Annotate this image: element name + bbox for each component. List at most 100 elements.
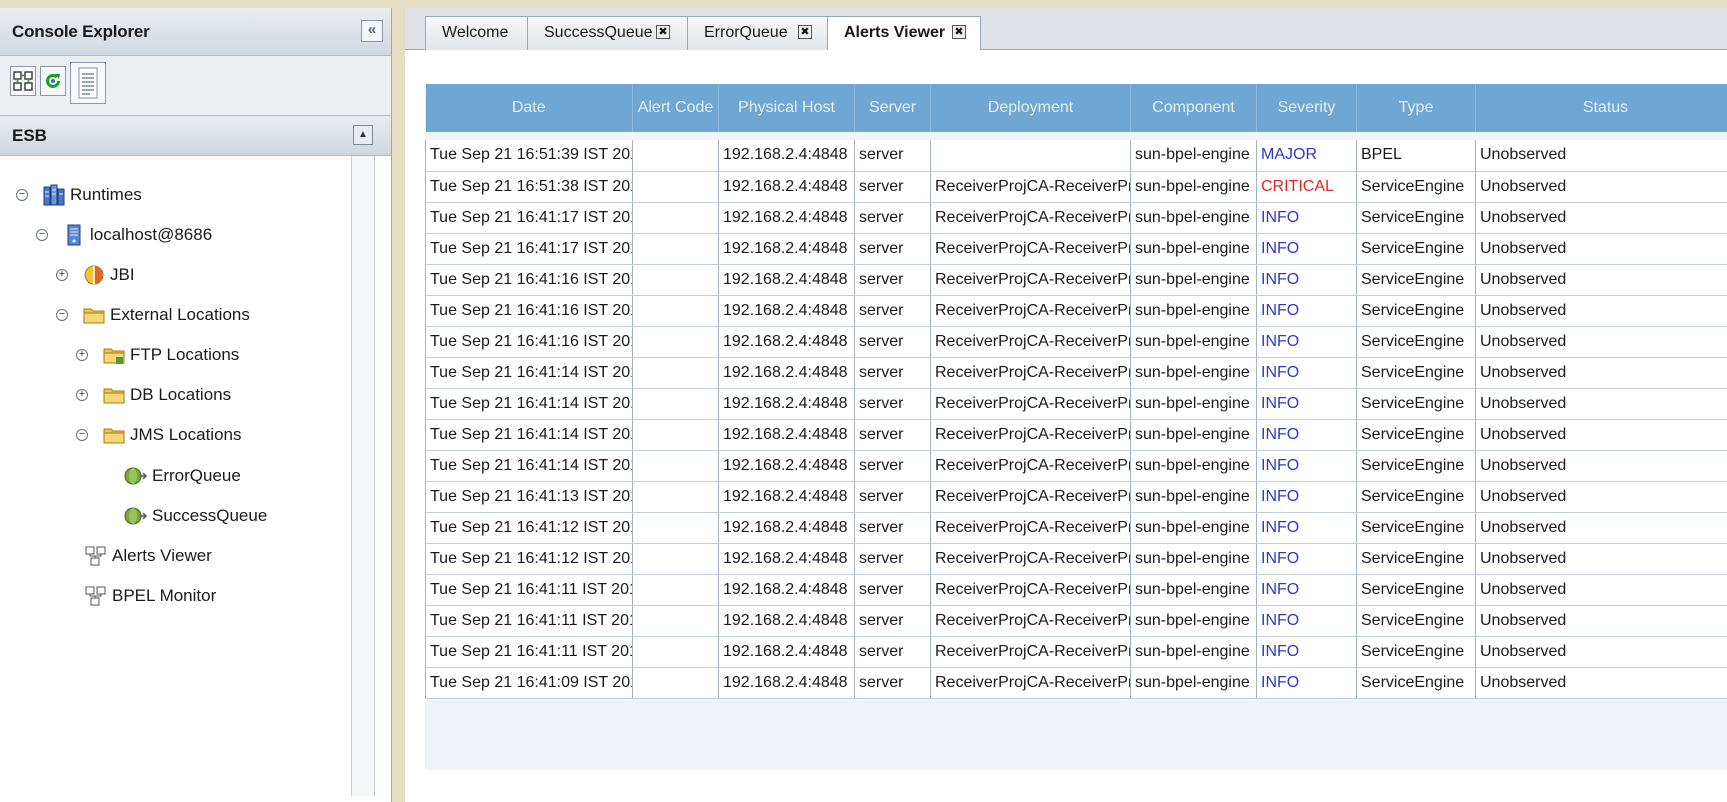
date-cell: Tue Sep 21 16:41:17 IST 2010	[425, 233, 633, 265]
table-row[interactable]: Tue Sep 21 16:41:14 IST 2010 192.168.2.4:…	[425, 388, 1727, 420]
tree-node-db-locations[interactable]: + DB Locations	[76, 381, 231, 409]
table-row[interactable]: Tue Sep 21 16:41:16 IST 2010 192.168.2.4:…	[425, 264, 1727, 296]
tree-node-ftp-locations[interactable]: + FTP Locations	[76, 341, 239, 369]
column-header-physical-host[interactable]: Physical Host	[718, 84, 855, 132]
column-header-status[interactable]: Status	[1475, 84, 1727, 132]
date-cell: Tue Sep 21 16:41:16 IST 2010	[425, 326, 633, 358]
collapse-panel-button[interactable]: «	[361, 20, 383, 42]
severity-cell: MAJOR	[1256, 140, 1357, 172]
tree-node-successqueue[interactable]: SuccessQueue	[124, 502, 267, 530]
deployment-cell: ReceiverProjCA-ReceiverProj	[930, 512, 1131, 544]
component-cell: sun-bpel-engine	[1130, 264, 1257, 296]
queue-icon	[124, 507, 148, 525]
viewer-icon	[85, 546, 106, 566]
tree-node-jbi[interactable]: + JBI	[56, 261, 135, 289]
expand-toggle-icon[interactable]: +	[76, 349, 88, 361]
tree-scrollbar[interactable]	[351, 156, 375, 796]
table-row[interactable]: Tue Sep 21 16:41:13 IST 2010 192.168.2.4:…	[425, 481, 1727, 513]
type-cell: ServiceEngine	[1356, 481, 1476, 513]
table-row[interactable]: Tue Sep 21 16:41:09 IST 2010 192.168.2.4:…	[425, 667, 1727, 699]
tree-label: JMS Locations	[130, 425, 242, 444]
server-cell: server	[854, 543, 931, 575]
expand-toggle-icon[interactable]: +	[76, 389, 88, 401]
tree-node-external-locations[interactable]: − External Locations	[56, 301, 250, 329]
column-header-server[interactable]: Server	[854, 84, 931, 132]
tab-alerts-viewer[interactable]: Alerts Viewer ✖	[827, 16, 981, 51]
component-cell: sun-bpel-engine	[1130, 543, 1257, 575]
tree-node-alerts-viewer[interactable]: Alerts Viewer	[84, 542, 212, 570]
close-icon[interactable]: ✖	[952, 25, 966, 39]
table-row[interactable]: Tue Sep 21 16:41:11 IST 2010 192.168.2.4:…	[425, 574, 1727, 606]
table-row[interactable]: Tue Sep 21 16:41:17 IST 2010 192.168.2.4:…	[425, 202, 1727, 234]
severity-cell: INFO	[1256, 357, 1357, 389]
severity-cell: INFO	[1256, 605, 1357, 637]
table-row[interactable]: Tue Sep 21 16:41:12 IST 2010 192.168.2.4:…	[425, 543, 1727, 575]
status-cell: Unobserved	[1475, 667, 1727, 699]
code-cell	[632, 357, 719, 389]
column-header-type[interactable]: Type	[1356, 84, 1476, 132]
tree-view-button[interactable]	[10, 66, 36, 96]
tab-label: SuccessQueue	[544, 24, 653, 41]
tree-node-runtimes[interactable]: − Runtimes	[16, 181, 142, 209]
tree-label: Runtimes	[70, 185, 142, 204]
properties-button[interactable]	[70, 62, 106, 104]
tab-errorqueue[interactable]: ErrorQueue ✖	[687, 16, 829, 50]
section-collapse-button[interactable]: ▲	[353, 125, 373, 145]
expand-toggle-icon[interactable]: +	[56, 269, 68, 281]
tree-label: DB Locations	[130, 385, 232, 404]
table-row[interactable]: Tue Sep 21 16:41:14 IST 2010 192.168.2.4:…	[425, 357, 1727, 389]
column-header-severity[interactable]: Severity	[1256, 84, 1357, 132]
table-row[interactable]: Tue Sep 21 16:51:39 IST 2010 192.168.2.4:…	[425, 140, 1727, 172]
table-row[interactable]: Tue Sep 21 16:51:38 IST 2010 192.168.2.4:…	[425, 171, 1727, 203]
column-header-component[interactable]: Component	[1130, 84, 1257, 132]
table-row[interactable]: Tue Sep 21 16:41:17 IST 2010 192.168.2.4:…	[425, 233, 1727, 265]
tree-label: SuccessQueue	[152, 506, 268, 525]
type-cell: BPEL	[1356, 140, 1476, 172]
table-row[interactable]: Tue Sep 21 16:41:16 IST 2010 192.168.2.4:…	[425, 295, 1727, 327]
tree-node-jms-locations[interactable]: − JMS Locations	[76, 421, 242, 449]
tree-node-localhost[interactable]: − localhost@8686	[36, 221, 212, 249]
close-icon[interactable]: ✖	[656, 25, 670, 39]
table-row[interactable]: Tue Sep 21 16:41:14 IST 2010 192.168.2.4:…	[425, 450, 1727, 482]
severity-cell: CRITICAL	[1256, 171, 1357, 203]
tab-successqueue[interactable]: SuccessQueue ✖	[527, 16, 689, 50]
severity-cell: INFO	[1256, 388, 1357, 420]
deployment-cell: ReceiverProjCA-ReceiverProj	[930, 388, 1131, 420]
column-header-alert-code[interactable]: Alert Code	[632, 84, 719, 132]
server-cell: server	[854, 202, 931, 234]
host-cell: 192.168.2.4:4848	[718, 512, 855, 544]
table-row[interactable]: Tue Sep 21 16:41:11 IST 2010 192.168.2.4:…	[425, 636, 1727, 668]
refresh-button[interactable]	[40, 66, 66, 96]
date-cell: Tue Sep 21 16:41:17 IST 2010	[425, 202, 633, 234]
collapse-toggle-icon[interactable]: −	[76, 429, 88, 441]
collapse-toggle-icon[interactable]: −	[16, 189, 28, 201]
type-cell: ServiceEngine	[1356, 605, 1476, 637]
deployment-cell	[930, 140, 1131, 172]
collapse-toggle-icon[interactable]: −	[56, 309, 68, 321]
status-cell: Unobserved	[1475, 357, 1727, 389]
table-row[interactable]: Tue Sep 21 16:41:12 IST 2010 192.168.2.4:…	[425, 512, 1727, 544]
tree-node-bpel-monitor[interactable]: BPEL Monitor	[84, 582, 216, 610]
status-cell: Unobserved	[1475, 295, 1727, 327]
tree-label: Alerts Viewer	[112, 546, 212, 565]
table-row[interactable]: Tue Sep 21 16:41:14 IST 2010 192.168.2.4:…	[425, 419, 1727, 451]
spacer-cell	[1130, 132, 1257, 140]
severity-cell: INFO	[1256, 543, 1357, 575]
date-cell: Tue Sep 21 16:41:12 IST 2010	[425, 512, 633, 544]
host-cell: 192.168.2.4:4848	[718, 171, 855, 203]
table-row[interactable]: Tue Sep 21 16:41:11 IST 2010 192.168.2.4:…	[425, 605, 1727, 637]
date-cell: Tue Sep 21 16:41:09 IST 2010	[425, 667, 633, 699]
collapse-toggle-icon[interactable]: −	[36, 229, 48, 241]
component-cell: sun-bpel-engine	[1130, 667, 1257, 699]
document-list-icon	[78, 67, 98, 99]
close-icon[interactable]: ✖	[798, 25, 812, 39]
code-cell	[632, 233, 719, 265]
tab-welcome[interactable]: Welcome	[425, 16, 529, 50]
column-header-date[interactable]: Date	[425, 84, 633, 132]
tree-node-errorqueue[interactable]: ErrorQueue	[124, 462, 241, 490]
jbi-icon	[84, 265, 104, 285]
date-cell: Tue Sep 21 16:41:16 IST 2010	[425, 295, 633, 327]
queue-icon	[124, 467, 148, 485]
table-row[interactable]: Tue Sep 21 16:41:16 IST 2010 192.168.2.4:…	[425, 326, 1727, 358]
column-header-deployment[interactable]: Deployment	[930, 84, 1131, 132]
